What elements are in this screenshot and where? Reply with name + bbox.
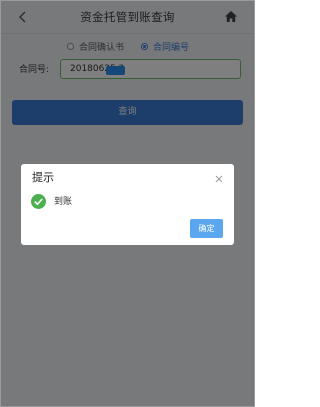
modal-overlay: 提示 到账 确定 xyxy=(1,1,254,406)
check-circle-icon xyxy=(31,194,46,209)
dialog-message: 到账 xyxy=(54,197,73,207)
app-screen: 资金托管到账查询 合同确认书 合同编号 合同号: 20180625 2 查询 提… xyxy=(0,0,255,407)
alert-dialog: 提示 到账 确定 xyxy=(21,164,234,245)
close-icon[interactable] xyxy=(215,175,223,183)
dialog-title: 提示 xyxy=(32,171,54,184)
ok-button[interactable]: 确定 xyxy=(190,219,223,238)
